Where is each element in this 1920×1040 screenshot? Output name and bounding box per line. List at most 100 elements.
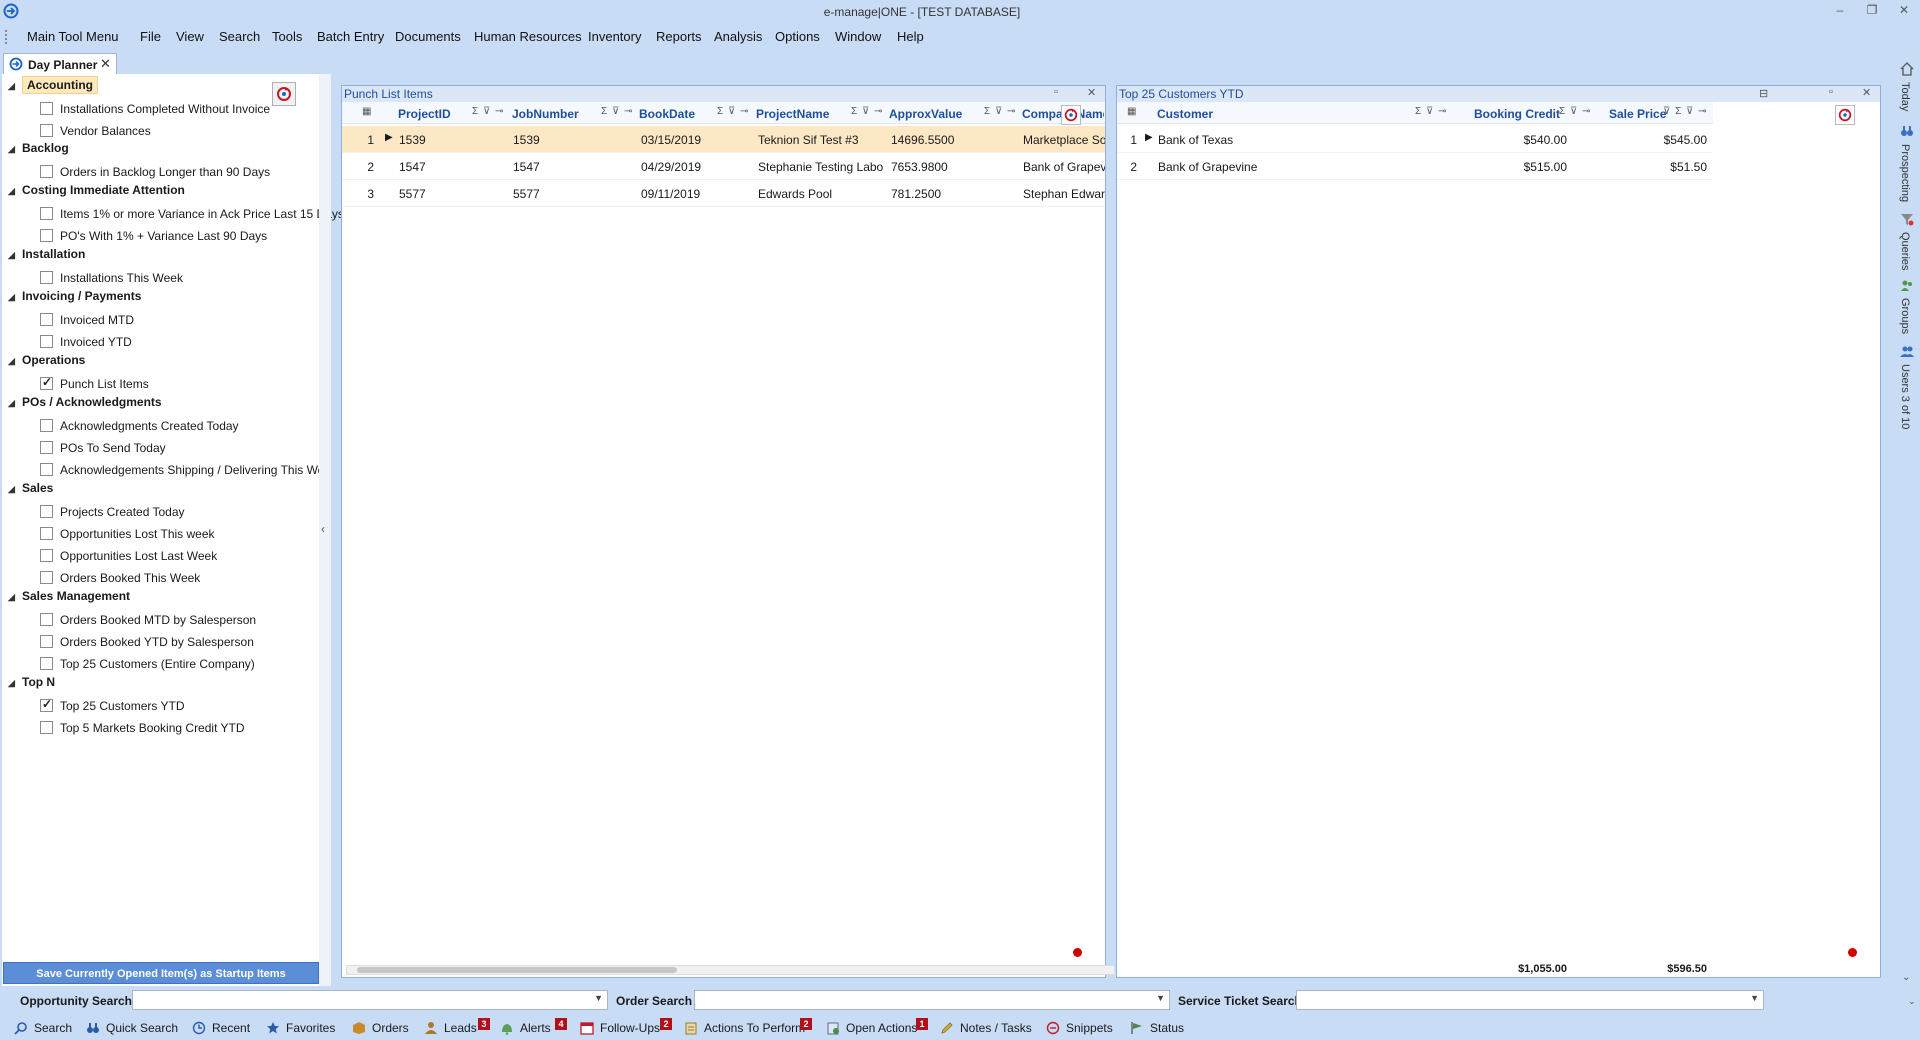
users-icon[interactable] <box>1900 344 1914 358</box>
expand-arrow-icon[interactable]: ◢ <box>8 81 22 92</box>
scroll-down-icon[interactable]: ⌄ <box>1902 972 1910 983</box>
dropdown-arrow-icon[interactable]: ▼ <box>1156 993 1165 1003</box>
checkbox[interactable] <box>40 527 53 540</box>
dropdown-arrow-icon[interactable]: ▼ <box>594 993 603 1003</box>
checkbox[interactable] <box>40 463 53 476</box>
checkbox[interactable] <box>40 165 53 178</box>
column-tools-icon[interactable]: Σ ⊽ ⊸ <box>717 106 749 117</box>
orders-button[interactable]: Orders <box>352 1021 409 1035</box>
menu-tools[interactable]: Tools <box>272 29 302 44</box>
menu-view[interactable]: View <box>176 29 204 44</box>
column-tools-icon[interactable]: Σ ⊽ ⊸ <box>984 106 1016 117</box>
column-tools-icon[interactable]: Σ ⊽ ⊸ <box>601 106 633 117</box>
menu-search[interactable]: Search <box>219 29 260 44</box>
expand-arrow-icon[interactable]: ◢ <box>8 144 22 155</box>
column-tools-icon[interactable]: Σ ⊽ ⊸ <box>851 106 883 117</box>
collapse-panel-splitter[interactable]: ‹ <box>319 74 331 986</box>
maximize-panel-icon[interactable]: ▫ <box>1829 86 1833 98</box>
expand-arrow-icon[interactable]: ◢ <box>8 356 22 367</box>
leads-button[interactable]: Leads 3 <box>424 1018 490 1035</box>
expand-arrow-icon[interactable]: ◢ <box>8 678 22 689</box>
column-header-sale-price[interactable]: Sale Price <box>1609 107 1666 121</box>
sidebar-tab-prospecting[interactable]: Prospecting <box>1899 144 1911 202</box>
refresh-planner-button[interactable] <box>272 82 296 106</box>
checkbox[interactable] <box>40 313 53 326</box>
column-chooser-icon[interactable]: ▦ <box>362 106 372 117</box>
column-header-booking-credit[interactable]: Booking Credit <box>1474 107 1560 121</box>
menu-documents[interactable]: Documents <box>395 29 461 44</box>
tab-day-planner[interactable]: Day Planner ✕ <box>3 53 117 74</box>
category-sales[interactable]: ◢ Sales <box>8 481 53 495</box>
favorites-button[interactable]: Favorites <box>266 1021 335 1035</box>
service-ticket-search-input[interactable]: ▼ <box>1296 990 1764 1010</box>
column-header-approxvalue[interactable]: ApproxValue <box>889 107 962 121</box>
checkbox[interactable] <box>40 124 53 137</box>
scrollbar-thumb[interactable] <box>357 967 677 973</box>
checkbox[interactable] <box>40 102 53 115</box>
checkbox[interactable] <box>40 571 53 584</box>
groups-icon[interactable] <box>1900 278 1914 292</box>
checkbox[interactable] <box>40 419 53 432</box>
checkbox[interactable] <box>40 549 53 562</box>
column-chooser-icon[interactable]: ▦ <box>1127 106 1137 117</box>
menu-batch-entry[interactable]: Batch Entry <box>317 29 384 44</box>
expand-arrow-icon[interactable]: ◢ <box>8 398 22 409</box>
column-header-customer[interactable]: Customer <box>1157 107 1213 121</box>
menu-main-tool-menu[interactable]: Main Tool Menu <box>27 29 119 44</box>
status-button[interactable]: Status <box>1130 1021 1184 1035</box>
search-button[interactable]: Search <box>14 1021 72 1035</box>
expand-arrow-icon[interactable]: ◢ <box>8 484 22 495</box>
checkbox[interactable] <box>40 505 53 518</box>
menu-inventory[interactable]: Inventory <box>588 29 641 44</box>
column-tools-icon[interactable]: Σ ⊽ ⊸ <box>1415 106 1447 117</box>
menu-help[interactable]: Help <box>897 29 924 44</box>
table-row[interactable]: 1 ▶ Bank of Texas $540.00 $545.00 <box>1117 126 1713 153</box>
category-costing[interactable]: ◢ Costing Immediate Attention <box>8 183 185 197</box>
checkbox[interactable] <box>40 271 53 284</box>
column-tools-icon[interactable]: Σ ⊽ ⊸ <box>472 106 504 117</box>
category-operations[interactable]: ◢ Operations <box>8 353 85 367</box>
maximize-panel-icon[interactable]: ▫ <box>1054 86 1058 98</box>
close-panel-icon[interactable]: ✕ <box>1862 86 1871 99</box>
open-actions-button[interactable]: Open Actions 1 <box>826 1018 928 1035</box>
pin-panel-icon[interactable]: ⊟ <box>1759 87 1768 100</box>
actions-to-perform-button[interactable]: Actions To Perform 2 <box>684 1018 812 1035</box>
category-backlog[interactable]: ◢ Backlog <box>8 141 69 155</box>
notes-tasks-button[interactable]: Notes / Tasks <box>940 1021 1032 1035</box>
restore-button[interactable]: ❐ <box>1862 3 1882 21</box>
menu-analysis[interactable]: Analysis <box>714 29 762 44</box>
menu-human-resources[interactable]: Human Resources <box>474 29 582 44</box>
dropdown-arrow-icon[interactable]: ▼ <box>1750 993 1759 1003</box>
checkbox[interactable] <box>40 207 53 220</box>
category-installation[interactable]: ◢ Installation <box>8 247 85 261</box>
follow-ups-button[interactable]: Follow-Ups 2 <box>580 1018 672 1035</box>
expand-arrow-icon[interactable]: ◢ <box>8 250 22 261</box>
expand-toolbar-icon[interactable]: ⌄ <box>1908 996 1916 1007</box>
sidebar-tab-users[interactable]: Users 3 of 10 <box>1899 364 1911 429</box>
category-pos-acknowledgments[interactable]: ◢ POs / Acknowledgments <box>8 395 162 409</box>
refresh-punch-list-button[interactable] <box>1061 105 1081 125</box>
column-tools-icon[interactable]: ⊽ Σ ⊽ ⊸ <box>1663 106 1708 117</box>
planner-item[interactable]: Acknowledgements Shipping / Delivering T… <box>40 463 319 478</box>
checkbox[interactable] <box>40 613 53 626</box>
table-row[interactable]: 2 1547 1547 04/29/2019 Stephanie Testing… <box>342 153 1105 180</box>
alerts-button[interactable]: Alerts 4 <box>500 1018 567 1035</box>
opportunity-search-input[interactable]: ▼ <box>132 990 608 1010</box>
refresh-top-customers-button[interactable] <box>1835 105 1855 125</box>
checkbox[interactable] <box>40 657 53 670</box>
minimize-button[interactable]: – <box>1830 3 1850 21</box>
quick-search-button[interactable]: Quick Search <box>86 1021 178 1035</box>
table-row[interactable]: 1 ▶ 1539 1539 03/15/2019 Teknion Sif Tes… <box>342 126 1105 153</box>
column-header-bookdate[interactable]: BookDate <box>639 107 695 121</box>
checkbox[interactable] <box>40 335 53 348</box>
table-row[interactable]: 2 Bank of Grapevine $515.00 $51.50 <box>1117 153 1713 180</box>
checkbox[interactable] <box>40 229 53 242</box>
checkbox[interactable] <box>40 441 53 454</box>
category-invoicing[interactable]: ◢ Invoicing / Payments <box>8 289 141 303</box>
checkbox-checked[interactable] <box>40 697 53 712</box>
order-search-input[interactable]: ▼ <box>694 990 1170 1010</box>
expand-arrow-icon[interactable]: ◢ <box>8 186 22 197</box>
column-header-projectid[interactable]: ProjectID <box>398 107 451 121</box>
save-startup-items-button[interactable]: Save Currently Opened Item(s) as Startup… <box>3 962 319 984</box>
horizontal-scrollbar[interactable] <box>346 965 1115 975</box>
